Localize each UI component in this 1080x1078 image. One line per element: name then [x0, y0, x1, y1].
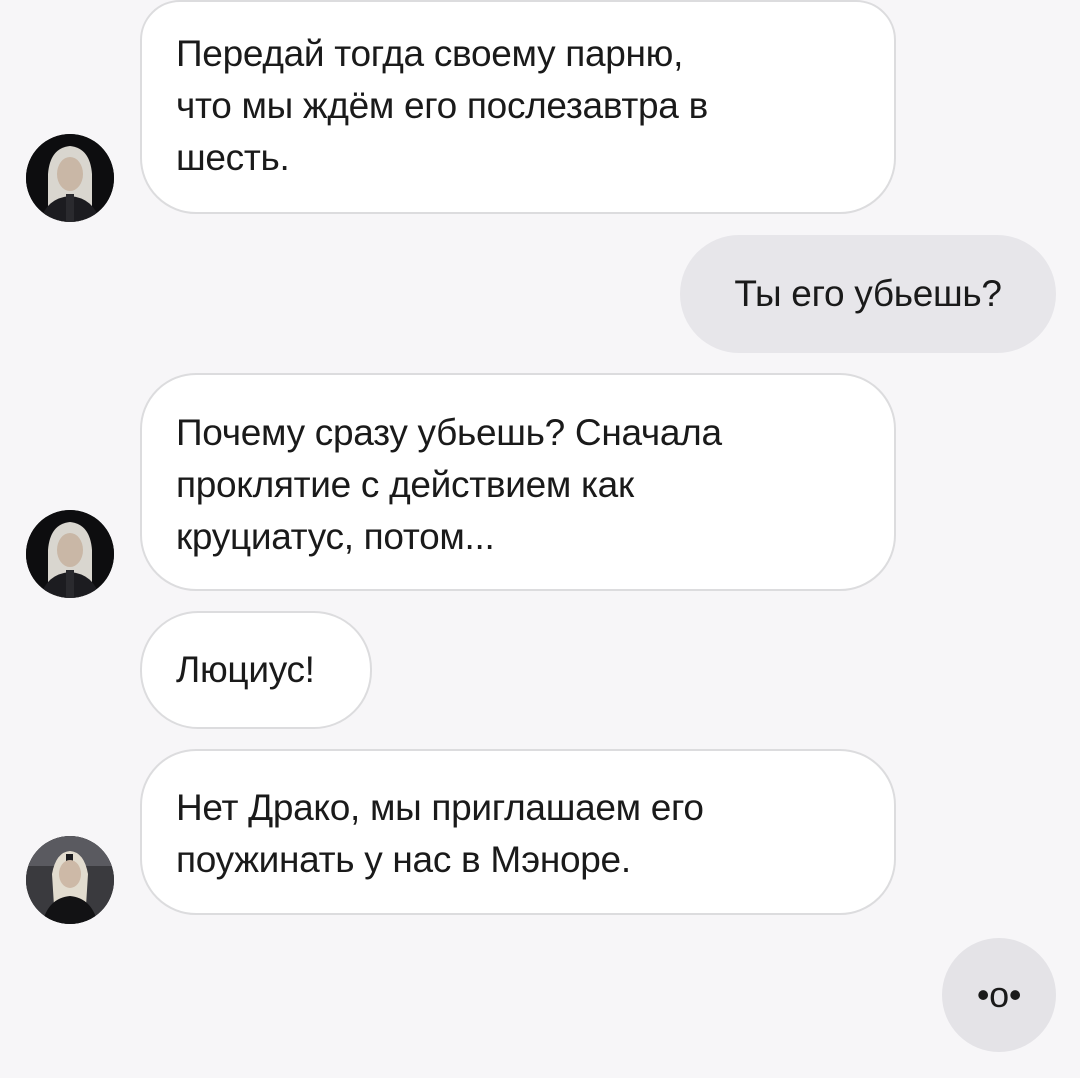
- message-bubble[interactable]: Ты его убьешь?: [680, 235, 1056, 353]
- message-bubble[interactable]: Нет Драко, мы приглашаем его поужинать у…: [140, 749, 896, 915]
- message-bubble[interactable]: Почему сразу убьешь? Сначала проклятие с…: [140, 373, 896, 591]
- lucius-avatar[interactable]: [26, 134, 114, 222]
- message-bubble[interactable]: Люциус!: [140, 611, 372, 729]
- message-text-line: Нет Драко, мы приглашаем его: [176, 787, 704, 828]
- chat-thread: Передай тогда своему парню, что мы ждём …: [0, 0, 1080, 1078]
- message-text-line: шесть.: [176, 137, 290, 178]
- message-text-line: что мы ждём его послезавтра в: [176, 85, 708, 126]
- message-text-line: проклятие с действием как: [176, 464, 634, 505]
- narcissa-avatar[interactable]: [26, 836, 114, 924]
- message-bubble[interactable]: Передай тогда своему парню, что мы ждём …: [140, 0, 896, 214]
- message-text-line: круциатус, потом...: [176, 516, 495, 557]
- message-bubble[interactable]: •о•: [942, 938, 1056, 1052]
- message-text-line: Передай тогда своему парню,: [176, 33, 684, 74]
- message-text-line: Ты его убьешь?: [734, 273, 1002, 314]
- lucius-avatar[interactable]: [26, 510, 114, 598]
- message-text-line: •о•: [976, 974, 1022, 1015]
- message-text-line: Люциус!: [176, 649, 315, 690]
- message-text-line: поужинать у нас в Мэноре.: [176, 839, 631, 880]
- message-text-line: Почему сразу убьешь? Сначала: [176, 412, 722, 453]
